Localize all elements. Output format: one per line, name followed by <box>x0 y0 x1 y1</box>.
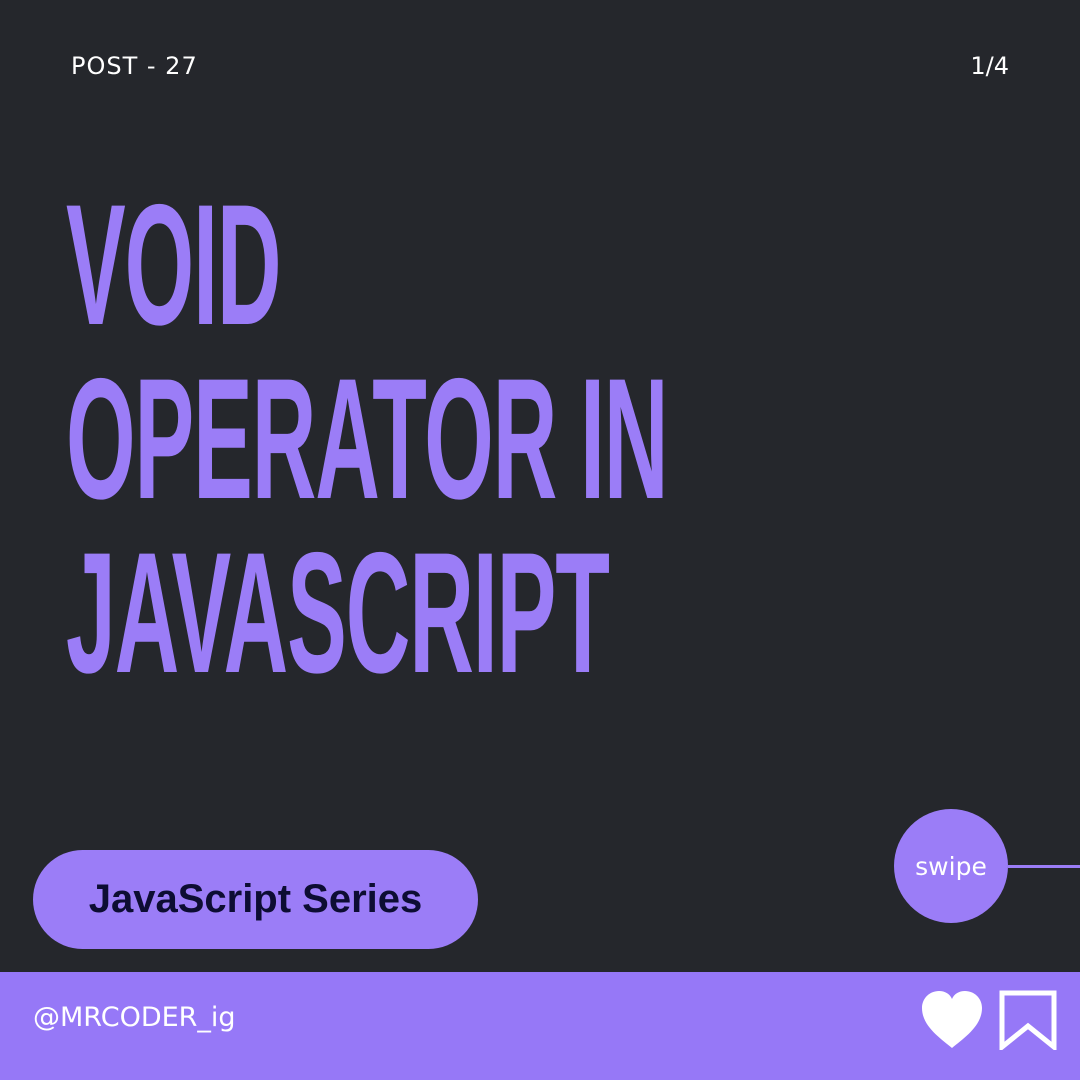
swipe-button[interactable]: swipe <box>894 809 1008 923</box>
series-label: JavaScript Series <box>88 877 423 921</box>
bookmark-icon[interactable] <box>998 990 1058 1050</box>
swipe-label: swipe <box>915 851 987 881</box>
title-line-1: VOID <box>66 169 282 361</box>
account-handle: @MRCODER_ig <box>33 1002 236 1033</box>
title-line-3: JAVASCRIPT <box>66 517 610 709</box>
series-badge: JavaScript Series <box>33 850 478 949</box>
post-number: POST - 27 <box>71 52 198 80</box>
page-indicator: 1/4 <box>970 52 1009 80</box>
footer-bar: @MRCODER_ig <box>0 972 1080 1080</box>
swipe-line <box>1008 865 1080 868</box>
title-line-2: OPERATOR IN <box>66 343 668 535</box>
page-title: VOID OPERATOR IN JAVASCRIPT <box>66 169 668 709</box>
heart-icon[interactable] <box>920 990 984 1050</box>
